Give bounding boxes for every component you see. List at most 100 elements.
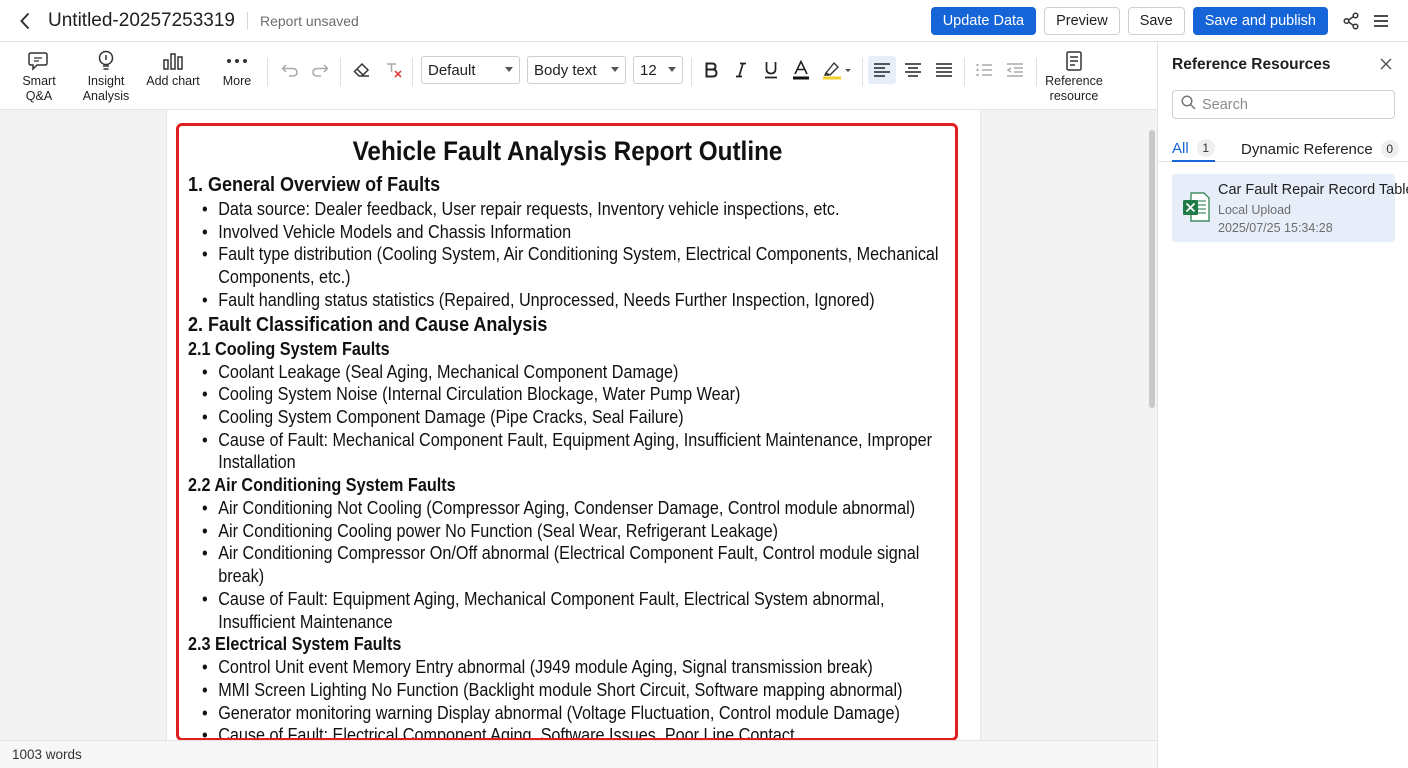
style-dropdown[interactable]: Default <box>421 56 520 84</box>
back-arrow-icon[interactable] <box>14 10 36 32</box>
preview-button[interactable]: Preview <box>1044 7 1120 35</box>
word-count: 1003 words <box>12 747 82 762</box>
reference-resources-panel: Reference Resources All 1 Dynamic Refere… <box>1157 42 1408 768</box>
excel-file-icon <box>1182 192 1210 227</box>
list-item: Cause of Fault: Mechanical Component Fau… <box>202 429 946 474</box>
underline-icon[interactable] <box>757 56 785 84</box>
list-item: Cause of Fault: Electrical Component Agi… <box>202 724 946 738</box>
list-item: Fault handling status statistics (Repair… <box>202 289 946 312</box>
tab-all-label: All <box>1172 139 1189 157</box>
search-icon <box>1181 94 1196 115</box>
panel-title: Reference Resources <box>1172 56 1331 73</box>
status-bar: 1003 words <box>0 740 1157 768</box>
list-item: Air Conditioning Cooling power No Functi… <box>202 520 946 543</box>
italic-icon[interactable] <box>727 56 755 84</box>
editor-scrollbar-thumb[interactable] <box>1149 130 1155 408</box>
reference-name: Car Fault Repair Record Table <box>1218 182 1408 198</box>
bullet-list: Coolant Leakage (Seal Aging, Mechanical … <box>188 361 947 475</box>
paragraph-dropdown-value: Body text <box>534 61 597 79</box>
bar-chart-icon <box>162 48 184 74</box>
font-size-value: 12 <box>640 61 657 79</box>
section-heading: 1. General Overview of Faults <box>188 174 441 196</box>
bullet-list: Control Unit event Memory Entry abnormal… <box>188 656 947 738</box>
list-item: Involved Vehicle Models and Chassis Info… <box>202 221 946 244</box>
close-icon[interactable] <box>1376 54 1396 74</box>
section-heading: 2. Fault Classification and Cause Analys… <box>188 313 548 336</box>
bold-icon[interactable] <box>697 56 725 84</box>
smart-qa-label: Smart Q&A <box>22 74 56 103</box>
tab-all-count: 1 <box>1196 139 1215 157</box>
editor-toolbar: Smart Q&A Insight Analysis Add chart Mor… <box>0 42 1157 110</box>
tab-dynamic-reference[interactable]: Dynamic Reference 0 <box>1241 136 1399 162</box>
save-and-publish-button[interactable]: Save and publish <box>1192 7 1328 35</box>
title-separator <box>247 11 248 30</box>
more-button[interactable]: More <box>214 48 260 89</box>
undo-icon[interactable] <box>276 56 304 84</box>
save-status: Report unsaved <box>260 12 359 29</box>
section-heading: 2.1 Cooling System Faults <box>188 338 390 359</box>
clear-format-icon[interactable] <box>380 56 408 84</box>
insight-analysis-label: Insight Analysis <box>82 74 130 103</box>
more-dots-icon <box>226 48 248 74</box>
align-justify-icon[interactable] <box>930 56 958 84</box>
numbered-list-icon[interactable] <box>970 56 998 84</box>
chevron-down-icon <box>611 67 619 72</box>
reference-resource-label: Reference resource <box>1045 74 1103 103</box>
document-icon <box>1065 48 1083 74</box>
more-label: More <box>222 74 252 88</box>
lightbulb-icon <box>97 48 115 74</box>
toolbar-separator <box>862 58 863 86</box>
eraser-icon[interactable] <box>348 56 376 84</box>
reference-resource-button[interactable]: Reference resource <box>1040 48 1108 104</box>
tab-dynamic-reference-count: 0 <box>1380 140 1399 158</box>
list-item: Coolant Leakage (Seal Aging, Mechanical … <box>202 361 946 384</box>
add-chart-label: Add chart <box>146 74 200 88</box>
insight-analysis-button[interactable]: Insight Analysis <box>78 48 134 104</box>
list-item: Control Unit event Memory Entry abnormal… <box>202 656 946 679</box>
style-dropdown-value: Default <box>428 61 476 79</box>
reference-source: Local Upload <box>1218 203 1291 217</box>
list-item: Generator monitoring warning Display abn… <box>202 702 946 725</box>
list-item: Cooling System Noise (Internal Circulati… <box>202 383 946 406</box>
add-chart-button[interactable]: Add chart <box>144 48 202 89</box>
list-item: Data source: Dealer feedback, User repai… <box>202 198 946 221</box>
save-button[interactable]: Save <box>1127 7 1185 35</box>
reference-item[interactable]: Car Fault Repair Record Table Local Uplo… <box>1172 174 1408 242</box>
top-actions: Update Data Preview Save Save and publis… <box>930 0 1408 42</box>
document-title[interactable]: Untitled-20257253319 <box>48 10 235 32</box>
top-bar: Untitled-20257253319 Report unsaved Upda… <box>0 0 1408 42</box>
list-item: Air Conditioning Compressor On/Off abnor… <box>202 542 946 587</box>
list-item: Air Conditioning Not Cooling (Compressor… <box>202 497 946 520</box>
chevron-down-icon <box>668 67 676 72</box>
redo-icon[interactable] <box>306 56 334 84</box>
tab-dynamic-reference-label: Dynamic Reference <box>1241 140 1373 158</box>
list-item: Fault type distribution (Cooling System,… <box>202 243 946 288</box>
highlight-color-icon[interactable] <box>818 56 856 84</box>
tab-all[interactable]: All 1 <box>1172 136 1215 162</box>
smart-qa-button[interactable]: Smart Q&A <box>8 48 70 104</box>
align-center-icon[interactable] <box>899 56 927 84</box>
list-item: Cooling System Component Damage (Pipe Cr… <box>202 406 946 429</box>
align-left-icon[interactable] <box>868 56 896 84</box>
paragraph-style-dropdown[interactable]: Body text <box>527 56 626 84</box>
chevron-down-icon <box>505 67 513 72</box>
chat-bubble-icon <box>28 48 50 74</box>
document-content[interactable]: Vehicle Fault Analysis Report Outline 1.… <box>179 126 955 738</box>
menu-icon[interactable] <box>1366 6 1396 36</box>
selected-content-outline: Vehicle Fault Analysis Report Outline 1.… <box>176 123 958 741</box>
toolbar-separator <box>340 58 341 86</box>
outdent-icon[interactable] <box>1001 56 1029 84</box>
toolbar-separator <box>691 58 692 86</box>
search-box[interactable] <box>1172 90 1395 119</box>
toolbar-separator <box>412 58 413 86</box>
share-icon[interactable] <box>1336 6 1366 36</box>
bullet-list: Air Conditioning Not Cooling (Compressor… <box>188 497 947 633</box>
reference-timestamp: 2025/07/25 15:34:28 <box>1218 221 1333 235</box>
panel-tabs: All 1 Dynamic Reference 0 <box>1158 130 1408 162</box>
font-size-dropdown[interactable]: 12 <box>633 56 683 84</box>
toolbar-separator <box>267 58 268 86</box>
update-data-button[interactable]: Update Data <box>930 7 1037 35</box>
section-heading: 2.2 Air Conditioning System Faults <box>188 475 456 496</box>
text-color-icon[interactable] <box>787 56 815 84</box>
search-input[interactable] <box>1202 96 1382 113</box>
